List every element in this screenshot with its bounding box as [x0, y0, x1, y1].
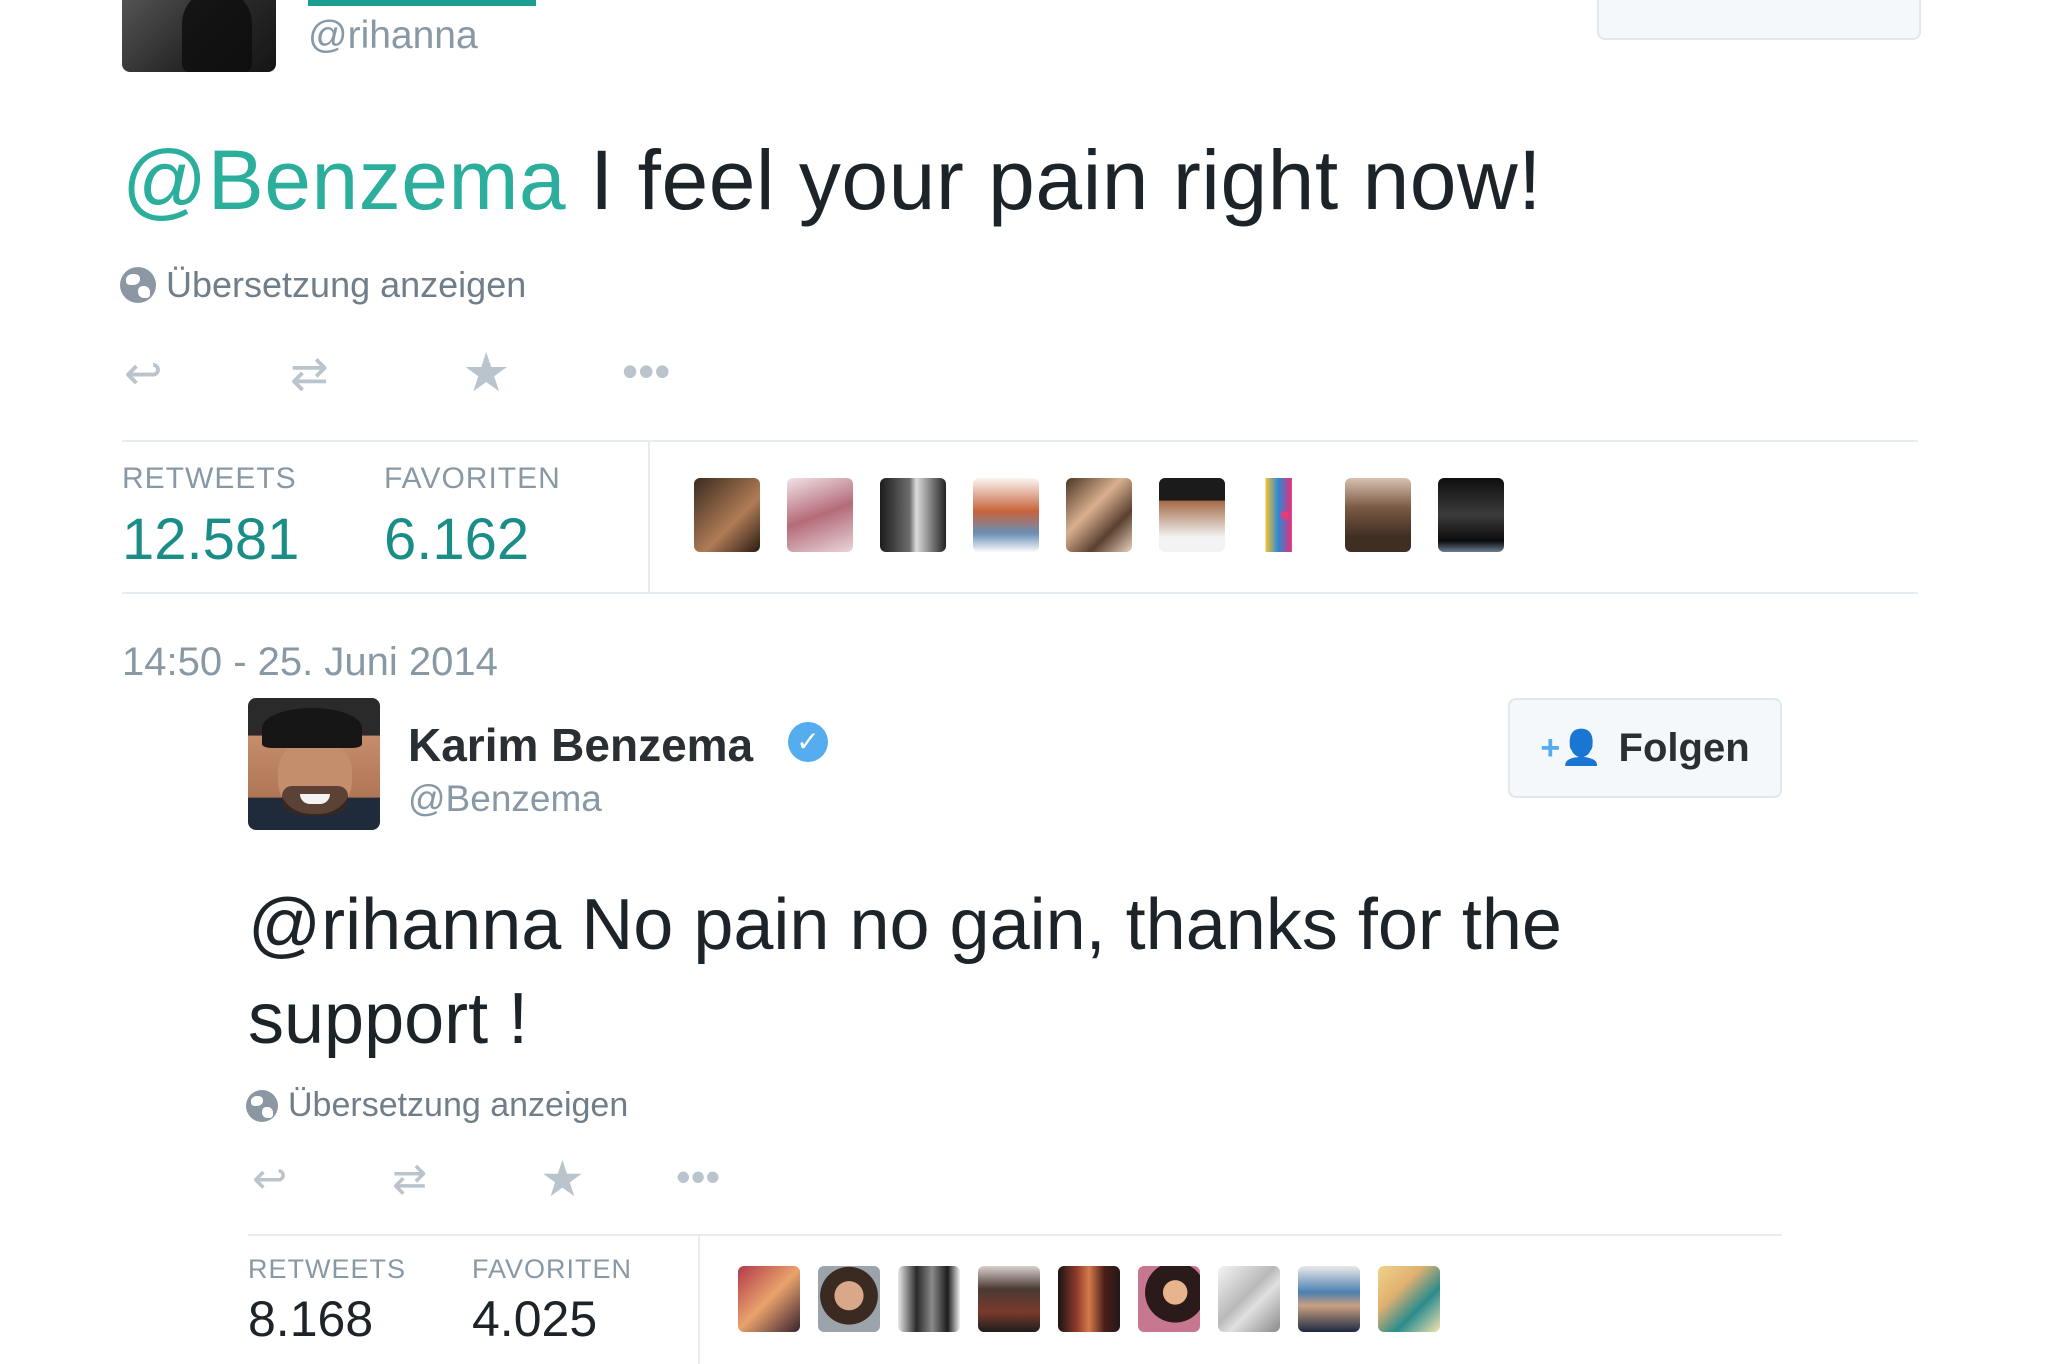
verified-badge-icon: ✓: [788, 722, 828, 762]
retweets-count[interactable]: 8.168: [248, 1290, 373, 1348]
user-avatar-thumb[interactable]: [978, 1266, 1040, 1332]
follow-button[interactable]: +👤 Folgen: [1508, 698, 1782, 798]
mention-link[interactable]: @Benzema: [122, 133, 566, 227]
favorites-label: FAVORITEN: [472, 1254, 633, 1284]
user-avatar-thumb[interactable]: [1218, 1266, 1280, 1332]
tweet-body: I feel your pain right now!: [566, 133, 1542, 227]
favorites-label: FAVORITEN: [384, 462, 561, 495]
user-avatar-thumb[interactable]: [738, 1266, 800, 1332]
user-avatar-thumb[interactable]: [898, 1266, 960, 1332]
favorites-count[interactable]: 4.025: [472, 1290, 597, 1348]
user-avatar-thumb[interactable]: [1252, 478, 1318, 552]
user-avatar-thumb[interactable]: [1438, 478, 1504, 552]
tweet-timestamp[interactable]: 14:50 - 25. Juni 2014: [122, 640, 498, 685]
star-icon[interactable]: ★: [540, 1154, 585, 1204]
user-avatar-thumb[interactable]: [1138, 1266, 1200, 1332]
more-icon[interactable]: •••: [676, 1156, 720, 1198]
divider: [248, 1234, 1782, 1236]
user-avatar-thumb[interactable]: [1298, 1266, 1360, 1332]
reply-icon[interactable]: ↩: [124, 350, 163, 396]
retweets-label: RETWEETS: [122, 462, 297, 495]
stats-divider: [648, 442, 650, 592]
rihanna-follow-button[interactable]: [1597, 0, 1921, 40]
reply-icon[interactable]: ↩: [252, 1158, 287, 1200]
more-icon[interactable]: •••: [622, 348, 670, 394]
retweet-icon[interactable]: ⇄: [290, 350, 329, 396]
user-handle[interactable]: @Benzema: [408, 778, 602, 820]
translate-label: Übersetzung anzeigen: [288, 1086, 629, 1124]
user-avatar-thumb[interactable]: [787, 478, 853, 552]
retweets-label: RETWEETS: [248, 1254, 407, 1284]
globe-icon: [246, 1089, 278, 1122]
benzema-avatar[interactable]: [248, 698, 380, 830]
tweet-text: @Benzema I feel your pain right now!: [122, 132, 1542, 229]
stats-divider: [698, 1236, 700, 1364]
tweet-text: @rihanna No pain no gain, thanks for the…: [248, 878, 1808, 1066]
user-avatar-thumb[interactable]: [880, 478, 946, 552]
favoriters-avatars: [738, 1266, 1440, 1332]
user-display-name[interactable]: Karim Benzema: [408, 718, 753, 772]
star-icon[interactable]: ★: [462, 346, 510, 400]
user-avatar-thumb[interactable]: [1066, 478, 1132, 552]
user-avatar-thumb[interactable]: [694, 478, 760, 552]
add-user-icon: +👤: [1540, 729, 1603, 767]
globe-icon: [120, 267, 156, 303]
translate-link[interactable]: Übersetzung anzeigen: [246, 1086, 628, 1125]
translate-link[interactable]: Übersetzung anzeigen: [120, 264, 526, 306]
mention-link[interactable]: @rihanna: [248, 885, 561, 965]
favoriters-avatars: [694, 478, 1504, 552]
rihanna-avatar[interactable]: [122, 0, 276, 72]
translate-label: Übersetzung anzeigen: [166, 264, 527, 305]
divider: [122, 440, 1918, 442]
retweet-icon[interactable]: ⇄: [392, 1158, 427, 1200]
user-avatar-thumb[interactable]: [818, 1266, 880, 1332]
follow-label: Folgen: [1618, 725, 1750, 770]
user-avatar-thumb[interactable]: [973, 478, 1039, 552]
user-avatar-thumb[interactable]: [1345, 478, 1411, 552]
user-avatar-thumb[interactable]: [1159, 478, 1225, 552]
rihanna-name-underline: [308, 0, 536, 6]
rihanna-handle[interactable]: @rihanna: [308, 14, 478, 58]
favorites-count[interactable]: 6.162: [384, 506, 529, 573]
divider: [122, 592, 1918, 594]
user-avatar-thumb[interactable]: [1058, 1266, 1120, 1332]
retweets-count[interactable]: 12.581: [122, 506, 299, 573]
user-avatar-thumb[interactable]: [1378, 1266, 1440, 1332]
